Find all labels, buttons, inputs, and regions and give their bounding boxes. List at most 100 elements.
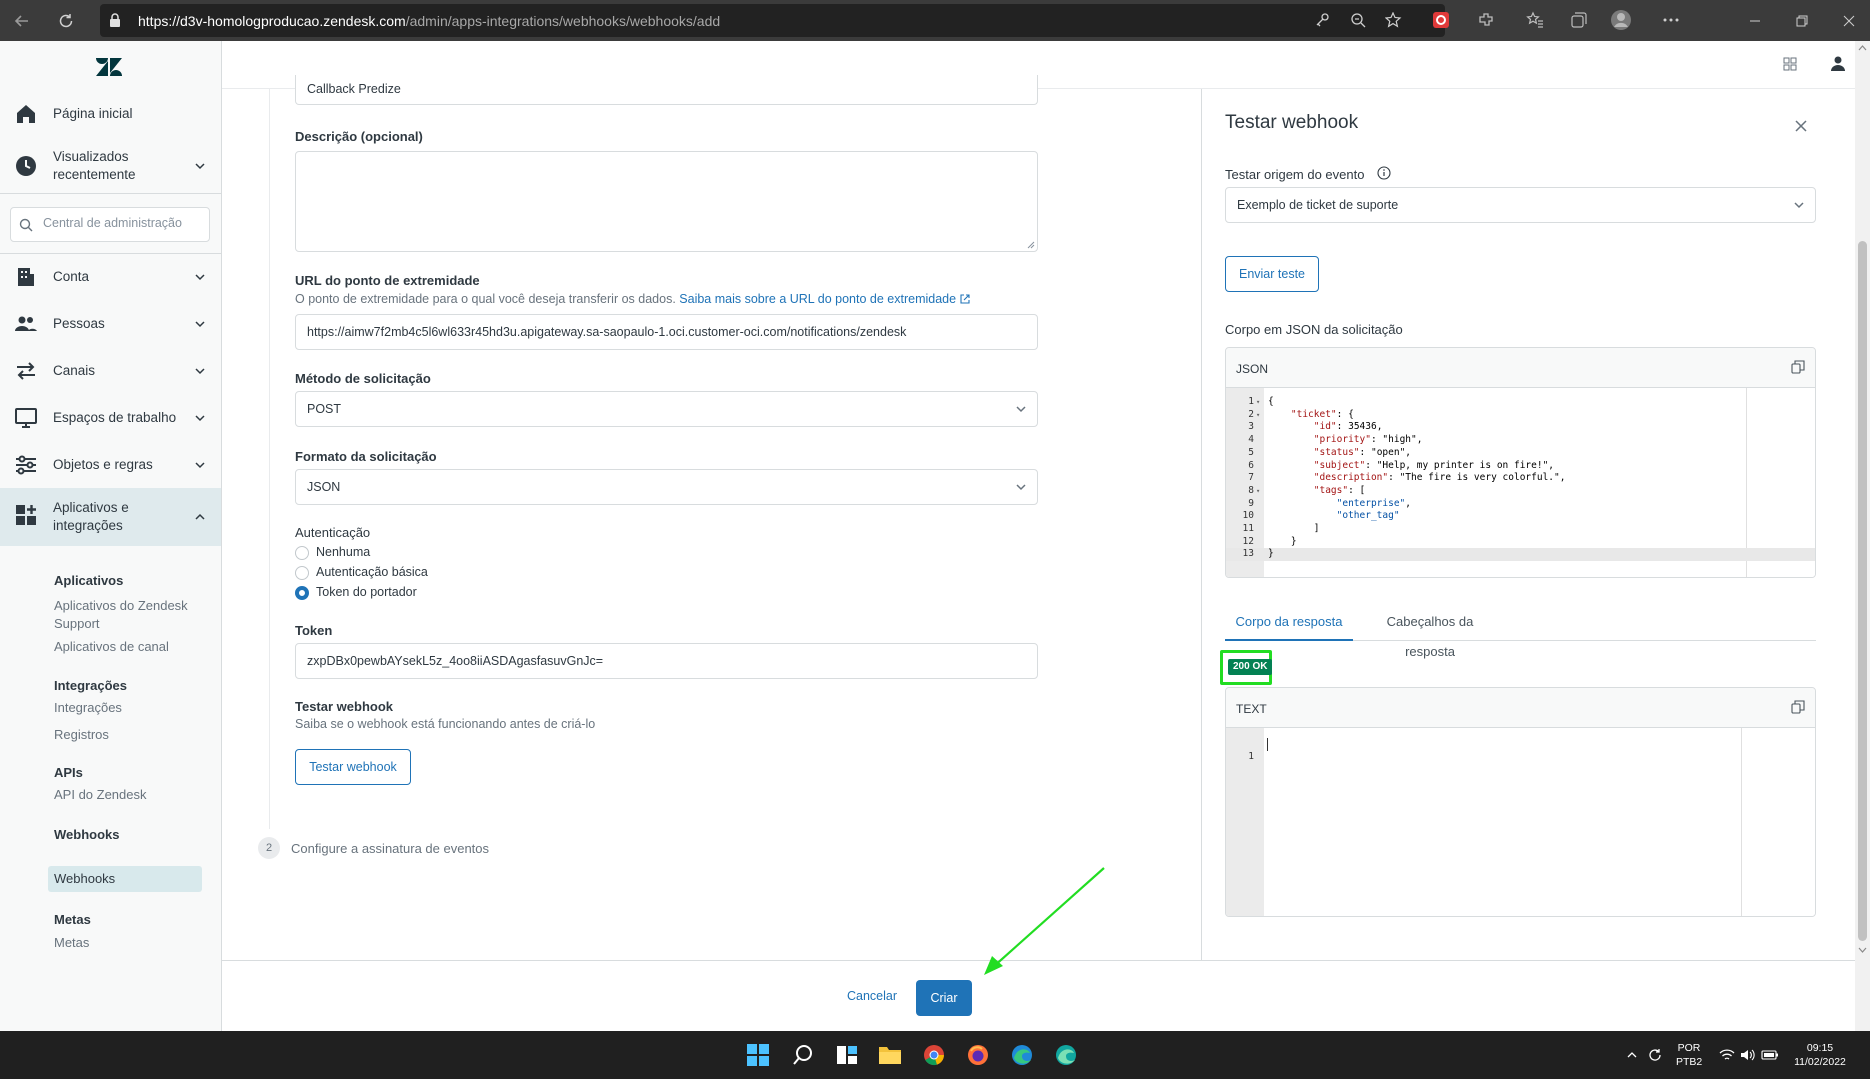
json-code-body[interactable]: 1 ▾{2 ▾ "ticket": {3 "id": 35436, 4 "priori… xyxy=(1226,388,1815,577)
sublink-zendesk-api[interactable]: API do Zendesk xyxy=(54,786,147,804)
copy-icon[interactable] xyxy=(1791,700,1805,714)
code-text: "id": 35436, xyxy=(1313,421,1383,433)
refresh-icon[interactable] xyxy=(54,9,78,33)
json-editor[interactable]: JSON 1 ▾{2 ▾ "ticket": {3 "id": 35436, 4 "p… xyxy=(1225,347,1816,578)
sidebar-item-people[interactable]: Pessoas xyxy=(0,302,221,346)
copy-icon[interactable] xyxy=(1791,360,1805,374)
scroll-down-icon[interactable] xyxy=(1858,946,1867,954)
favorite-add-icon[interactable] xyxy=(1385,12,1403,28)
key-icon[interactable] xyxy=(1314,12,1330,28)
panel-title: Testar webhook xyxy=(1225,112,1359,133)
lock-icon xyxy=(108,12,122,28)
edge-icon[interactable] xyxy=(1009,1042,1035,1068)
input-language[interactable]: POR PTB2 xyxy=(1676,1041,1702,1069)
tab-response-headers[interactable]: Cabeçalhos da resposta xyxy=(1365,607,1495,659)
fold-toggle-icon[interactable]: ▾ xyxy=(1256,396,1260,409)
restore-icon[interactable] xyxy=(1791,10,1813,32)
clock[interactable]: 09:15 11/02/2022 xyxy=(1790,1041,1850,1069)
sublink-webhooks[interactable]: Webhooks xyxy=(48,866,202,892)
sublink-integrations[interactable]: Integrações xyxy=(54,699,122,717)
windows-start-icon[interactable] xyxy=(745,1042,771,1068)
clock-date: 11/02/2022 xyxy=(1794,1056,1846,1068)
scroll-up-icon[interactable] xyxy=(1858,44,1867,52)
clock-icon xyxy=(14,154,38,178)
home-icon xyxy=(14,102,38,126)
response-text-editor[interactable]: TEXT 1 xyxy=(1225,687,1816,917)
code-text: "tags": [ xyxy=(1313,484,1366,496)
tab-response-body[interactable]: Corpo da resposta xyxy=(1225,607,1353,641)
sublink-zendesk-support-apps[interactable]: Aplicativos do Zendesk Support xyxy=(54,597,204,633)
sync-icon[interactable] xyxy=(1642,1042,1668,1068)
sidebar-item-apps-integrations[interactable]: Aplicativos e integrações xyxy=(0,488,221,546)
endpoint-learn-more-link[interactable]: Saiba mais sobre a URL do ponto de extre… xyxy=(679,292,970,306)
page-scrollbar[interactable] xyxy=(1855,41,1870,1031)
more-icon[interactable] xyxy=(1660,9,1682,31)
name-input[interactable]: Callback Predize xyxy=(295,75,1038,105)
sublink-logs[interactable]: Registros xyxy=(54,726,109,744)
text-editor-header: TEXT xyxy=(1226,688,1815,728)
profile-avatar-icon[interactable] xyxy=(1610,9,1632,31)
user-profile-icon[interactable] xyxy=(1830,55,1846,71)
close-window-icon[interactable] xyxy=(1838,10,1860,32)
subgroup-title-apis: APIs xyxy=(54,765,83,780)
sidebar-item-channels[interactable]: Canais xyxy=(0,349,221,393)
resize-handle-icon[interactable] xyxy=(1027,241,1035,249)
collections-icon[interactable] xyxy=(1568,9,1590,31)
chevron-down-icon xyxy=(1793,199,1805,211)
firefox-icon[interactable] xyxy=(965,1042,991,1068)
code-text: "enterprise", xyxy=(1336,497,1412,509)
endpoint-url-value: https://aimw7f2mb4c5l6wl633r45hd3u.apiga… xyxy=(307,325,907,339)
fold-toggle-icon[interactable]: ▾ xyxy=(1256,409,1260,422)
send-test-button[interactable]: Enviar teste xyxy=(1225,256,1319,292)
fold-toggle-icon[interactable]: ▾ xyxy=(1256,485,1260,498)
test-webhook-title: Testar webhook xyxy=(295,699,394,714)
address-bar[interactable]: https://d3v-homologproducao.zendesk.com/… xyxy=(100,4,1445,37)
sidebar-item-objects-rules[interactable]: Objetos e regras xyxy=(0,443,221,487)
sublink-goals[interactable]: Metas xyxy=(54,934,89,952)
code-line: 3 "id": 35436, xyxy=(1226,421,1815,434)
sidebar-item-home[interactable]: Página inicial xyxy=(0,93,221,135)
search-icon[interactable] xyxy=(790,1042,816,1068)
close-icon[interactable] xyxy=(1794,119,1808,133)
back-icon[interactable] xyxy=(10,9,34,33)
line-number: 11 xyxy=(1242,523,1254,534)
admin-search-field[interactable] xyxy=(43,216,203,230)
sidebar-item-account[interactable]: Conta xyxy=(0,255,221,299)
edge-dev-icon[interactable] xyxy=(1053,1042,1079,1068)
format-label: Formato da solicitação xyxy=(295,449,437,464)
scrollbar-thumb[interactable] xyxy=(1858,241,1867,941)
product-tray-icon[interactable] xyxy=(1783,57,1797,71)
file-explorer-icon[interactable] xyxy=(877,1042,903,1068)
line-number: 12 xyxy=(1242,535,1254,547)
battery-icon[interactable] xyxy=(1757,1042,1783,1068)
token-input[interactable]: zxpDBx0pewbAYsekL5z_4oo8iiASDAgasfasuvGn… xyxy=(295,643,1038,679)
form-footer: Cancelar Criar xyxy=(222,960,1855,1031)
event-origin-select[interactable]: Exemplo de ticket de suporte xyxy=(1225,187,1816,223)
test-webhook-button[interactable]: Testar webhook xyxy=(295,749,411,785)
chevron-down-icon xyxy=(193,317,207,331)
extension-red-icon[interactable] xyxy=(1430,9,1452,31)
endpoint-url-input[interactable]: https://aimw7f2mb4c5l6wl633r45hd3u.apiga… xyxy=(295,314,1038,350)
description-textarea[interactable] xyxy=(295,151,1038,252)
method-select[interactable]: POST xyxy=(295,391,1038,427)
format-select[interactable]: JSON xyxy=(295,469,1038,505)
info-icon[interactable] xyxy=(1377,166,1391,180)
zendesk-logo-icon[interactable] xyxy=(96,57,122,77)
extensions-icon[interactable] xyxy=(1475,9,1497,31)
task-view-icon[interactable] xyxy=(834,1042,860,1068)
text-code-body[interactable]: 1 xyxy=(1226,728,1815,916)
code-line: 11 ] xyxy=(1226,523,1815,536)
sidebar-item-recent[interactable]: Visualizados recentemente xyxy=(0,139,221,193)
admin-search-input[interactable] xyxy=(10,207,210,242)
sidebar-item-workspaces[interactable]: Espaços de trabalho xyxy=(0,396,221,440)
sublink-channel-apps[interactable]: Aplicativos de canal xyxy=(54,638,169,656)
sidebar-divider xyxy=(0,193,221,194)
line-number: 8 xyxy=(1248,484,1254,496)
create-button[interactable]: Criar xyxy=(916,980,972,1016)
favorites-icon[interactable] xyxy=(1524,9,1546,31)
chrome-icon[interactable] xyxy=(921,1042,947,1068)
code-line: 7 "description": "The fire is very color… xyxy=(1226,472,1815,485)
minimize-icon[interactable] xyxy=(1744,10,1766,32)
cancel-button[interactable]: Cancelar xyxy=(847,989,897,1003)
zoom-icon[interactable] xyxy=(1350,12,1366,28)
